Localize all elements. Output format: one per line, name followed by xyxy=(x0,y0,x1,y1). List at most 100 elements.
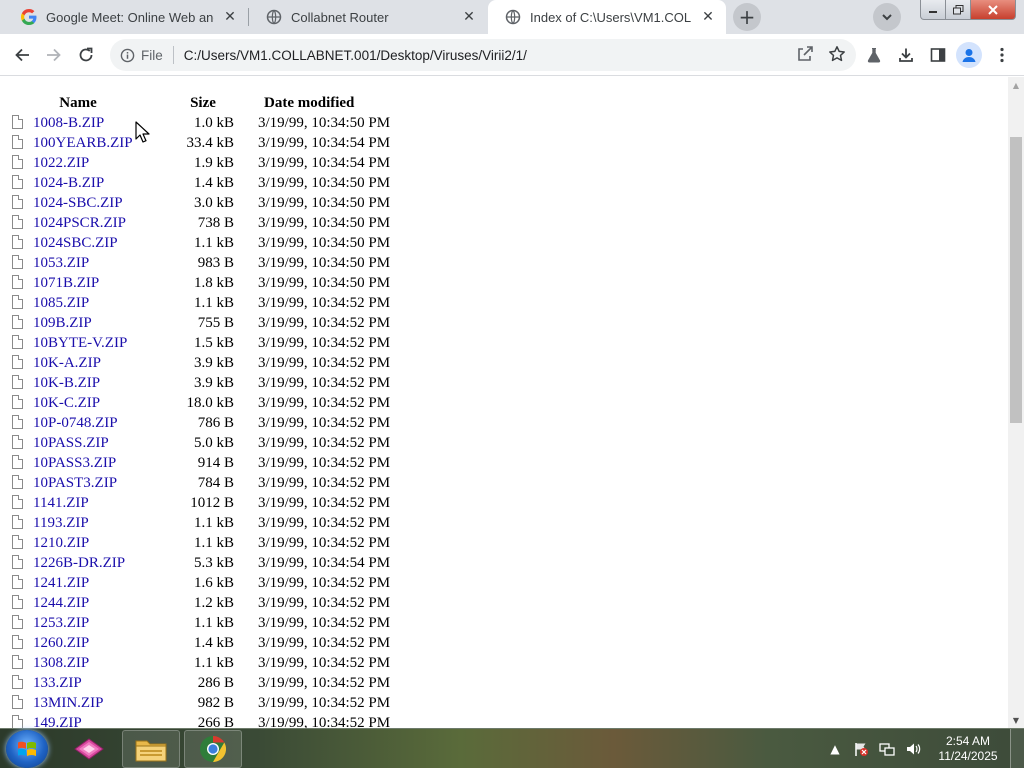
column-header-name[interactable]: Name xyxy=(8,93,148,113)
file-link[interactable]: 149.ZIP xyxy=(33,715,82,729)
file-link[interactable]: 10PAST3.ZIP xyxy=(33,475,117,491)
tab-index-listing[interactable]: Index of C:\Users\VM1.COLLABNET.001\Desk… xyxy=(488,0,726,34)
file-link[interactable]: 10K-C.ZIP xyxy=(33,395,100,411)
file-link[interactable]: 10BYTE-V.ZIP xyxy=(33,335,127,351)
url-text[interactable]: C:/Users/VM1.COLLABNET.001/Desktop/Virus… xyxy=(184,48,527,63)
file-icon xyxy=(12,554,23,569)
file-name-cell: 10P-0748.ZIP xyxy=(8,413,148,433)
share-icon[interactable] xyxy=(796,45,814,67)
network-icon[interactable] xyxy=(877,739,897,759)
file-link[interactable]: 10PASS.ZIP xyxy=(33,435,109,451)
file-link[interactable]: 1210.ZIP xyxy=(33,535,89,551)
file-link[interactable]: 10PASS3.ZIP xyxy=(33,455,116,471)
vertical-scrollbar[interactable]: ▲ ▼ xyxy=(1008,77,1024,728)
file-size-cell: 1.1 kB xyxy=(193,294,234,311)
google-g-icon xyxy=(20,8,38,26)
file-link[interactable]: 1085.ZIP xyxy=(33,295,89,311)
close-icon[interactable]: ✕ xyxy=(220,7,240,27)
scroll-up-arrow-icon[interactable]: ▲ xyxy=(1008,77,1024,93)
file-link[interactable]: 109B.ZIP xyxy=(33,315,92,331)
column-header-date[interactable]: Date modified xyxy=(258,93,390,113)
file-link[interactable]: 1244.ZIP xyxy=(33,595,89,611)
taskbar-app-paint[interactable] xyxy=(60,730,118,768)
file-icon xyxy=(12,594,23,609)
file-name-cell: 1071B.ZIP xyxy=(8,273,148,293)
file-name-cell: 109B.ZIP xyxy=(8,313,148,333)
reload-button[interactable] xyxy=(72,41,100,69)
arrow-right-icon xyxy=(47,48,61,62)
tab-collabnet-router[interactable]: Collabnet Router ✕ xyxy=(249,0,487,34)
file-link[interactable]: 1193.ZIP xyxy=(33,515,89,531)
file-link[interactable]: 1226B-DR.ZIP xyxy=(33,555,125,571)
side-panel-button[interactable] xyxy=(924,41,952,69)
file-link[interactable]: 1024SBC.ZIP xyxy=(33,235,118,251)
file-date-cell: 3/19/99, 10:34:52 PM xyxy=(258,394,391,411)
downloads-button[interactable] xyxy=(892,41,920,69)
taskbar-app-file-explorer[interactable] xyxy=(122,730,180,768)
file-link[interactable]: 10K-B.ZIP xyxy=(33,375,100,391)
show-desktop-button[interactable] xyxy=(1010,729,1024,768)
tab-google-meet[interactable]: Google Meet: Online Web and Video ✕ xyxy=(4,0,248,34)
file-link[interactable]: 1022.ZIP xyxy=(33,155,89,171)
mouse-cursor-icon xyxy=(135,121,150,143)
column-header-size[interactable]: Size xyxy=(148,93,258,113)
file-name-cell: 1141.ZIP xyxy=(8,493,148,513)
file-icon xyxy=(12,634,23,649)
table-row: 109B.ZIP 755 B 3/19/99, 10:34:52 PM xyxy=(8,313,390,333)
file-link[interactable]: 100YEARB.ZIP xyxy=(33,135,133,151)
action-center-flag-icon[interactable] xyxy=(851,739,871,759)
file-link[interactable]: 1241.ZIP xyxy=(33,575,89,591)
table-row: 1141.ZIP 1012 B 3/19/99, 10:34:52 PM xyxy=(8,493,390,513)
show-hidden-icons-arrow-icon[interactable]: ▲ xyxy=(825,739,845,759)
file-link[interactable]: 1253.ZIP xyxy=(33,615,89,631)
scrollbar-thumb[interactable] xyxy=(1010,137,1022,423)
file-link[interactable]: 1260.ZIP xyxy=(33,635,89,651)
scroll-down-arrow-icon[interactable]: ▼ xyxy=(1008,712,1024,728)
file-link[interactable]: 1008-B.ZIP xyxy=(33,115,104,131)
minimize-button[interactable] xyxy=(920,0,946,20)
lab-flask-button[interactable] xyxy=(860,41,888,69)
file-name-cell: 1024SBC.ZIP xyxy=(8,233,148,253)
restore-icon xyxy=(952,4,963,14)
info-icon[interactable] xyxy=(120,48,135,63)
table-row: 1260.ZIP 1.4 kB 3/19/99, 10:34:52 PM xyxy=(8,633,390,653)
bookmark-star-icon[interactable] xyxy=(828,45,846,67)
file-link[interactable]: 1141.ZIP xyxy=(33,495,89,511)
file-name-cell: 13MIN.ZIP xyxy=(8,693,148,713)
back-button[interactable] xyxy=(8,41,36,69)
profile-avatar[interactable] xyxy=(956,42,982,68)
file-link[interactable]: 13MIN.ZIP xyxy=(33,695,103,711)
menu-button[interactable] xyxy=(988,41,1016,69)
file-date-cell: 3/19/99, 10:34:52 PM xyxy=(258,494,391,511)
file-size-cell: 1.1 kB xyxy=(193,654,234,671)
file-size-cell: 1.1 kB xyxy=(193,614,234,631)
file-icon xyxy=(12,454,23,469)
window-close-button[interactable] xyxy=(970,0,1016,20)
taskbar-clock[interactable]: 2:54 AM 11/24/2025 xyxy=(926,734,1010,764)
file-link[interactable]: 10P-0748.ZIP xyxy=(33,415,118,431)
start-button[interactable] xyxy=(6,730,48,768)
forward-button[interactable] xyxy=(40,41,68,69)
table-row: 10K-C.ZIP 18.0 kB 3/19/99, 10:34:52 PM xyxy=(8,393,390,413)
address-bar[interactable]: File C:/Users/VM1.COLLABNET.001/Desktop/… xyxy=(110,39,856,71)
table-row: 1210.ZIP 1.1 kB 3/19/99, 10:34:52 PM xyxy=(8,533,390,553)
file-link[interactable]: 10K-A.ZIP xyxy=(33,355,101,371)
file-size-cell: 1.1 kB xyxy=(193,234,234,251)
close-icon[interactable]: ✕ xyxy=(459,7,479,27)
table-row: 1024PSCR.ZIP 738 B 3/19/99, 10:34:50 PM xyxy=(8,213,390,233)
file-link[interactable]: 1308.ZIP xyxy=(33,655,89,671)
file-icon xyxy=(12,194,23,209)
volume-icon[interactable] xyxy=(903,739,923,759)
file-link[interactable]: 1071B.ZIP xyxy=(33,275,99,291)
table-row: 1022.ZIP 1.9 kB 3/19/99, 10:34:54 PM xyxy=(8,153,390,173)
tab-search-button[interactable] xyxy=(873,3,901,31)
file-link[interactable]: 1024-B.ZIP xyxy=(33,175,104,191)
file-link[interactable]: 1024PSCR.ZIP xyxy=(33,215,126,231)
restore-button[interactable] xyxy=(945,0,971,20)
new-tab-button[interactable]: + xyxy=(733,3,761,31)
taskbar-app-chrome[interactable] xyxy=(184,730,242,768)
file-link[interactable]: 1024-SBC.ZIP xyxy=(33,195,123,211)
file-link[interactable]: 1053.ZIP xyxy=(33,255,89,271)
file-link[interactable]: 133.ZIP xyxy=(33,675,82,691)
close-icon[interactable]: ✕ xyxy=(698,7,718,27)
